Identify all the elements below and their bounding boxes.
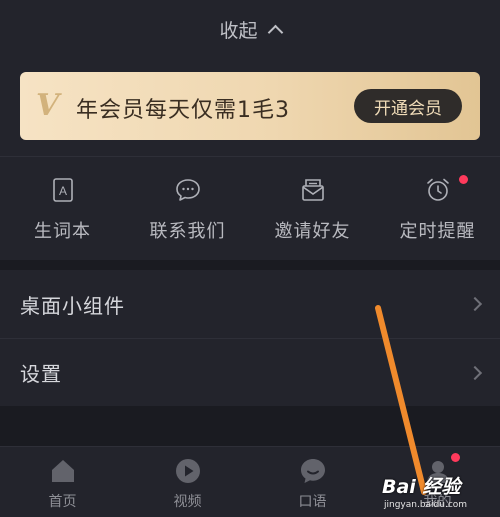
tab-video[interactable]: 视频 — [125, 447, 250, 517]
section-divider — [0, 260, 500, 270]
profile-icon — [426, 461, 449, 483]
chevron-right-icon — [467, 365, 483, 380]
vip-section: V 年会员每天仅需1毛3 开通会员 — [0, 58, 500, 156]
menu-item-label: 设置 — [20, 362, 62, 386]
tab-speaking[interactable]: 口语 — [250, 447, 375, 517]
tab-profile[interactable]: 我的 — [375, 447, 500, 517]
quick-item-invite[interactable]: 邀请好友 — [250, 157, 375, 260]
tab-label: 视频 — [173, 494, 202, 510]
settings-menu: 桌面小组件 设置 — [0, 270, 500, 406]
quick-item-contact[interactable]: 联系我们 — [125, 157, 250, 260]
quick-item-reminder[interactable]: 定时提醒 — [375, 157, 500, 260]
chevron-right-icon — [467, 296, 483, 312]
alarm-clock-icon — [426, 178, 449, 201]
quick-item-vocabulary[interactable]: A 生词本 — [0, 157, 125, 260]
section-divider — [0, 406, 500, 446]
speech-icon — [300, 459, 325, 483]
reminder-badge — [459, 175, 468, 184]
vocabulary-book-icon: A — [52, 178, 73, 202]
tab-label: 首页 — [48, 494, 77, 510]
bottom-tab-bar: 首页 视频 口语 我的 — [0, 446, 500, 517]
chat-bubble-icon — [175, 179, 200, 201]
quick-actions: A 生词本 联系我们 邀请好友 定时提醒 — [0, 156, 500, 260]
tab-label: 我的 — [423, 494, 452, 510]
menu-item-settings[interactable]: 设置 — [0, 338, 500, 406]
play-icon — [175, 459, 200, 483]
quick-item-label: 邀请好友 — [274, 221, 351, 242]
open-membership-button[interactable]: 开通会员 — [354, 89, 462, 123]
vip-promo-text: 年会员每天仅需1毛3 — [76, 98, 290, 123]
vip-banner[interactable]: V 年会员每天仅需1毛3 开通会员 — [20, 72, 480, 140]
tab-home[interactable]: 首页 — [0, 447, 125, 517]
vip-logo: V — [36, 88, 60, 123]
quick-item-label: 联系我们 — [149, 221, 226, 242]
tab-label: 口语 — [298, 494, 327, 510]
menu-item-label: 桌面小组件 — [20, 293, 125, 318]
quick-item-label: 定时提醒 — [399, 221, 476, 242]
chevron-up-icon — [267, 24, 283, 41]
menu-item-desktop-widget[interactable]: 桌面小组件 — [0, 270, 500, 338]
collapse-toggle[interactable]: 收起 — [0, 0, 500, 58]
invite-envelope-icon — [301, 179, 324, 201]
svg-text:A: A — [58, 184, 66, 198]
home-icon — [51, 460, 74, 482]
quick-item-label: 生词本 — [34, 221, 91, 242]
profile-badge — [451, 453, 460, 462]
collapse-label: 收起 — [219, 19, 258, 42]
